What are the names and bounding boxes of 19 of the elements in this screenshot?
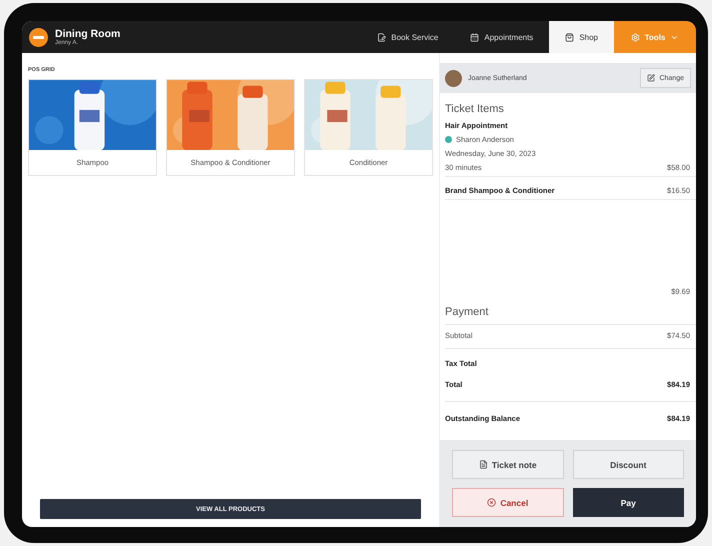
discount-button[interactable]: Discount [572, 450, 684, 479]
bag-icon [565, 32, 574, 42]
nav-tab[interactable]: Book Service [361, 21, 454, 53]
note-icon [478, 460, 488, 469]
section-title: Payment [445, 306, 490, 318]
calendar-icon [470, 32, 480, 42]
edit-icon [647, 74, 656, 82]
nav-tab[interactable]: Shop [549, 21, 614, 53]
nav-tab[interactable]: Appointments [454, 21, 550, 53]
section-title: Ticket Items [445, 103, 505, 115]
close-icon [487, 498, 496, 507]
pay-button[interactable]: Pay [572, 488, 684, 517]
gear-icon [630, 32, 640, 42]
venue-title: Dining Room [55, 28, 120, 40]
edit-icon [377, 32, 386, 42]
logo-icon [29, 28, 48, 46]
avatar-icon [445, 70, 462, 86]
ticket-note-button[interactable]: Ticket note [452, 450, 564, 479]
cancel-button[interactable]: Cancel [452, 488, 564, 517]
